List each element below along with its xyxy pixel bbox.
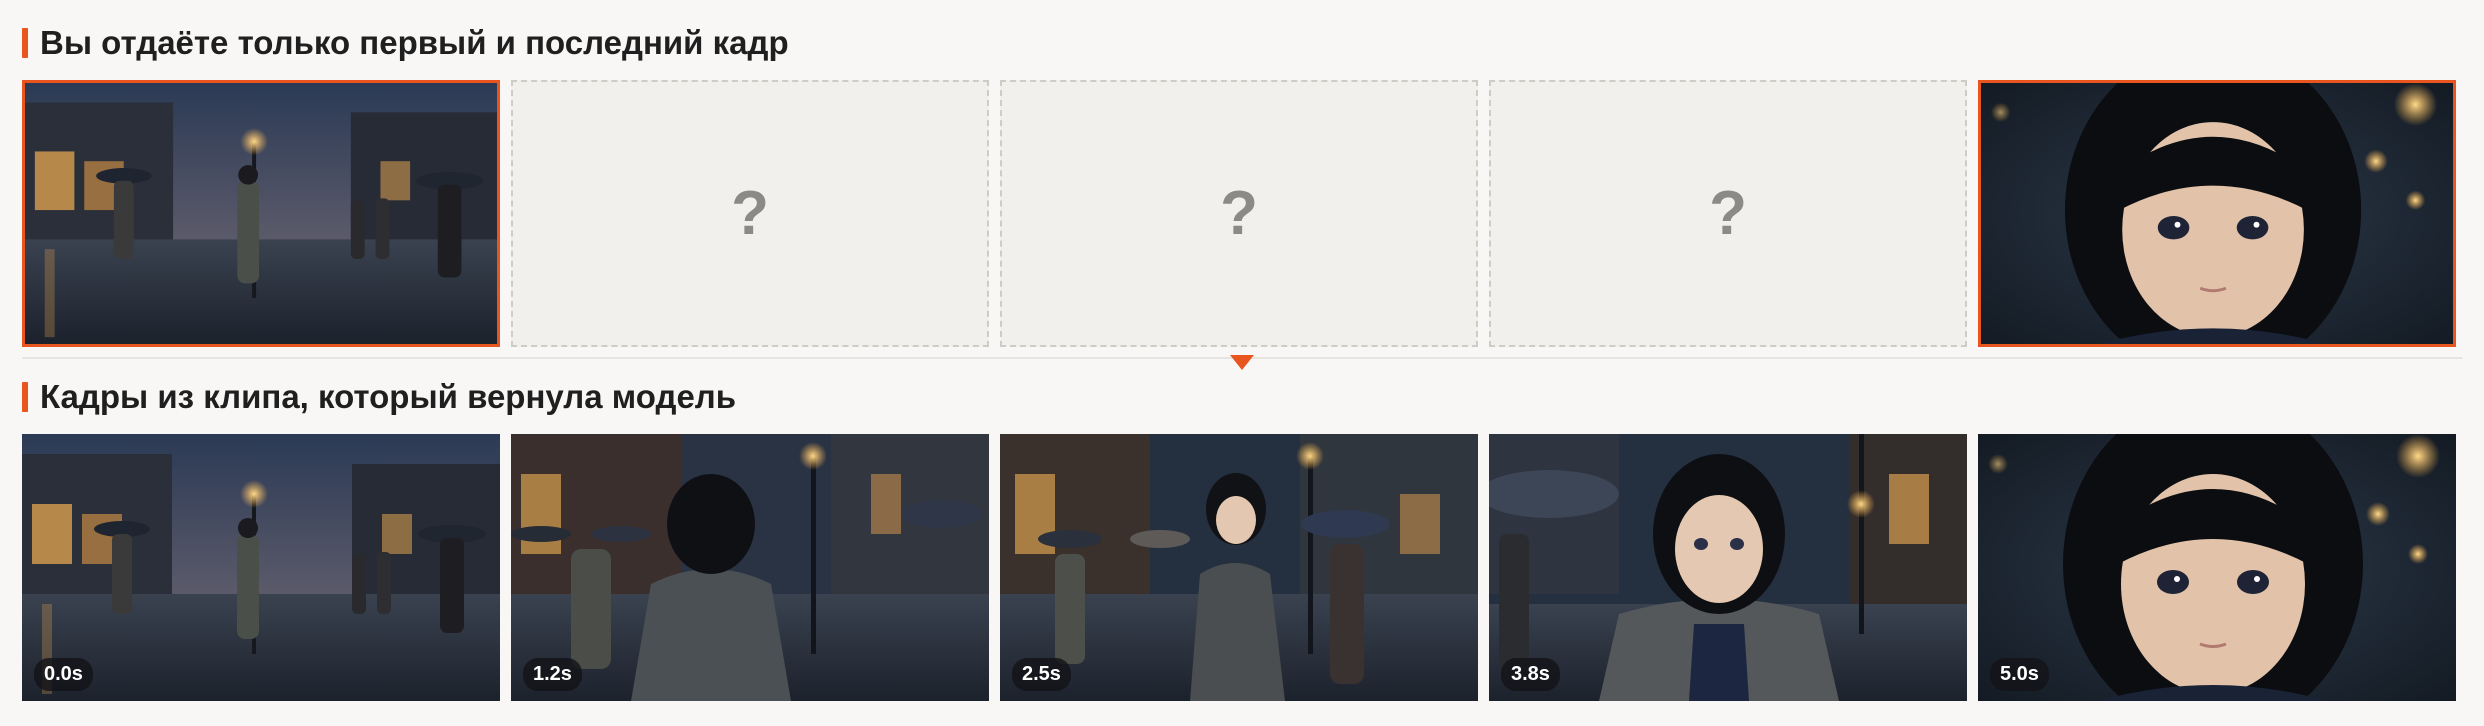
timestamp-badge: 5.0s xyxy=(1990,658,2049,691)
clip-frame: 0.0s xyxy=(22,434,500,701)
question-mark-icon: ? xyxy=(1709,179,1747,248)
question-mark-icon: ? xyxy=(731,179,769,248)
output-frames-row: 0.0s 1.2s 2.5s 3.8s 5.0s xyxy=(22,434,2456,701)
clip-frame: 1.2s xyxy=(511,434,989,701)
question-mark-icon: ? xyxy=(1220,179,1258,248)
accent-bar xyxy=(22,382,28,412)
input-frames-row: ? ? ? xyxy=(22,80,2456,347)
timestamp-badge: 0.0s xyxy=(34,658,93,691)
closeup-portrait-image xyxy=(1981,83,2453,344)
missing-frame: ? xyxy=(1489,80,1967,347)
output-section-title-text: Кадры из клипа, который вернула модель xyxy=(40,378,737,415)
timestamp-badge: 1.2s xyxy=(523,658,582,691)
timestamp-badge: 3.8s xyxy=(1501,658,1560,691)
last-frame xyxy=(1978,80,2456,347)
street-scene-image xyxy=(22,434,500,701)
first-frame xyxy=(22,80,500,347)
input-section-title: Вы отдаёте только первый и последний кад… xyxy=(22,24,789,62)
accent-bar xyxy=(22,28,28,58)
girl-turning-image xyxy=(1000,434,1478,701)
clip-frame: 5.0s xyxy=(1978,434,2456,701)
closeup-portrait-image xyxy=(1978,434,2456,701)
clip-frame: 3.8s xyxy=(1489,434,1967,701)
street-scene-image xyxy=(25,83,497,344)
down-arrow-icon xyxy=(1230,355,1254,370)
missing-frame: ? xyxy=(1000,80,1478,347)
clip-frame: 2.5s xyxy=(1000,434,1478,701)
output-section-title: Кадры из клипа, который вернула модель xyxy=(22,378,736,416)
girl-approaching-image xyxy=(1489,434,1967,701)
timestamp-badge: 2.5s xyxy=(1012,658,1071,691)
missing-frame: ? xyxy=(511,80,989,347)
input-section-title-text: Вы отдаёте только первый и последний кад… xyxy=(40,24,789,61)
girl-back-view-image xyxy=(511,434,989,701)
